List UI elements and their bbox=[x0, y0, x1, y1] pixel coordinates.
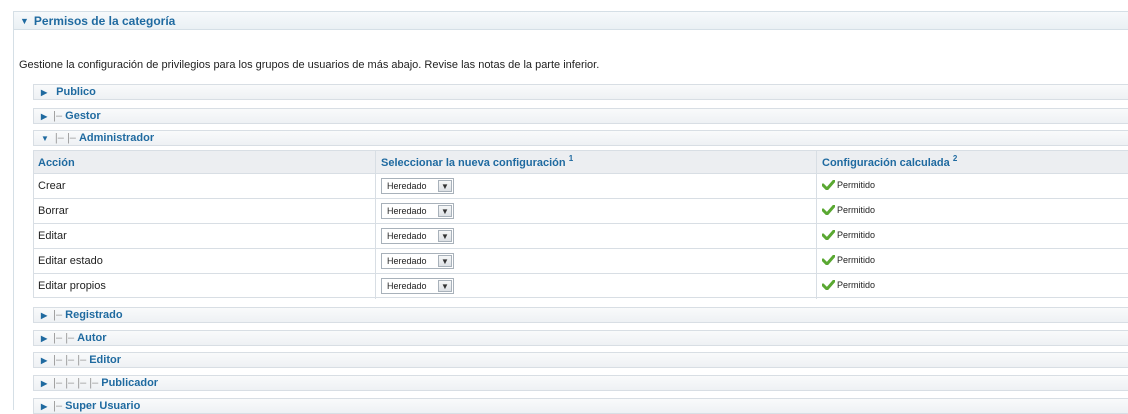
calculated-setting: Permitido bbox=[822, 230, 875, 240]
checkmark-icon bbox=[822, 205, 835, 215]
triangle-down-icon: ▼ bbox=[41, 133, 49, 143]
column-divider bbox=[375, 174, 376, 198]
group-registrado[interactable]: ▶ |– Registrado bbox=[33, 307, 1128, 323]
note-ref-1: 1 bbox=[568, 154, 574, 163]
column-divider bbox=[375, 151, 376, 173]
select-value: Heredado bbox=[387, 181, 427, 191]
checkmark-icon bbox=[822, 255, 835, 265]
intro-text: Gestione la configuración de privilegios… bbox=[19, 59, 600, 71]
triangle-right-icon: ▶ bbox=[41, 378, 48, 388]
triangle-right-icon: ▶ bbox=[41, 87, 48, 97]
column-divider bbox=[375, 249, 376, 273]
category-permissions-header[interactable]: ▼ Permisos de la categoría bbox=[13, 11, 1128, 30]
permissions-table: Acción Seleccionar la nueva configuració… bbox=[33, 150, 1128, 299]
action-label: Borrar bbox=[38, 205, 69, 217]
note-ref-2: 2 bbox=[952, 154, 958, 163]
group-publicador[interactable]: ▶ |– |– |– |– Publicador bbox=[33, 375, 1128, 391]
group-label: Super Usuario bbox=[65, 400, 141, 412]
column-divider bbox=[375, 199, 376, 223]
column-divider bbox=[375, 274, 376, 299]
triangle-down-icon: ▼ bbox=[20, 15, 29, 26]
chevron-down-icon[interactable]: ▼ bbox=[438, 180, 452, 192]
select-value: Heredado bbox=[387, 206, 427, 216]
group-indent: |– bbox=[53, 400, 63, 412]
group-autor[interactable]: ▶ |– |– Autor bbox=[33, 330, 1128, 346]
group-super-usuario[interactable]: ▶ |– Super Usuario bbox=[33, 398, 1128, 414]
col-calculated-label: Configuración calculada bbox=[822, 157, 950, 169]
calculated-value: Permitido bbox=[837, 180, 876, 190]
group-label: Administrador bbox=[78, 132, 155, 144]
table-header: Acción Seleccionar la nueva configuració… bbox=[34, 151, 1128, 174]
permission-select[interactable]: Heredado ▼ bbox=[381, 228, 454, 244]
group-label: Editor bbox=[89, 354, 121, 366]
group-label: Publicador bbox=[101, 377, 159, 389]
group-label: Gestor bbox=[65, 110, 101, 122]
permission-select[interactable]: Heredado ▼ bbox=[381, 278, 454, 294]
column-divider bbox=[816, 174, 817, 198]
table-row: Editar propios Heredado ▼ Permitido bbox=[34, 274, 1128, 299]
triangle-right-icon: ▶ bbox=[41, 333, 48, 343]
triangle-right-icon: ▶ bbox=[41, 401, 48, 411]
calculated-setting: Permitido bbox=[822, 205, 875, 215]
group-indent: |– |– |– |– bbox=[53, 377, 99, 389]
select-value: Heredado bbox=[387, 231, 427, 241]
calculated-setting: Permitido bbox=[822, 180, 875, 190]
col-new-setting-header: Seleccionar la nueva configuración 1 bbox=[381, 154, 574, 169]
col-new-setting-label: Seleccionar la nueva configuración bbox=[381, 157, 566, 169]
calculated-value: Permitido bbox=[837, 230, 876, 240]
column-divider bbox=[816, 274, 817, 299]
action-label: Crear bbox=[38, 180, 66, 192]
group-indent: |– |– bbox=[54, 132, 76, 144]
group-administrador[interactable]: ▼ |– |– Administrador bbox=[33, 130, 1128, 146]
group-gestor[interactable]: ▶ |– Gestor bbox=[33, 108, 1128, 124]
permission-select[interactable]: Heredado ▼ bbox=[381, 178, 454, 194]
column-divider bbox=[816, 151, 817, 173]
table-row: Editar Heredado ▼ Permitido bbox=[34, 224, 1128, 249]
action-label: Editar bbox=[38, 230, 67, 242]
group-indent: |– bbox=[53, 309, 63, 321]
calculated-value: Permitido bbox=[837, 205, 876, 215]
chevron-down-icon[interactable]: ▼ bbox=[438, 205, 452, 217]
column-divider bbox=[816, 249, 817, 273]
group-indent: |– bbox=[53, 110, 63, 122]
column-divider bbox=[816, 224, 817, 248]
calculated-setting: Permitido bbox=[822, 255, 875, 265]
checkmark-icon bbox=[822, 180, 835, 190]
chevron-down-icon[interactable]: ▼ bbox=[438, 230, 452, 242]
permissions-page: ▼ Permisos de la categoría Gestione la c… bbox=[0, 0, 1128, 414]
group-indent: |– |– bbox=[53, 332, 75, 344]
permission-select[interactable]: Heredado ▼ bbox=[381, 203, 454, 219]
column-divider bbox=[816, 199, 817, 223]
table-row: Editar estado Heredado ▼ Permitido bbox=[34, 249, 1128, 274]
checkmark-icon bbox=[822, 230, 835, 240]
group-label: Autor bbox=[77, 332, 107, 344]
action-label: Editar estado bbox=[38, 255, 103, 267]
chevron-down-icon[interactable]: ▼ bbox=[438, 280, 452, 292]
group-label: Registrado bbox=[65, 309, 123, 321]
permission-select[interactable]: Heredado ▼ bbox=[381, 253, 454, 269]
calculated-setting: Permitido bbox=[822, 280, 875, 290]
group-indent: |– |– |– bbox=[53, 354, 87, 366]
checkmark-icon bbox=[822, 280, 835, 290]
calculated-value: Permitido bbox=[837, 255, 876, 265]
table-row: Borrar Heredado ▼ Permitido bbox=[34, 199, 1128, 224]
col-calculated-header: Configuración calculada 2 bbox=[822, 154, 958, 169]
group-editor[interactable]: ▶ |– |– |– Editor bbox=[33, 352, 1128, 368]
col-action-header: Acción bbox=[38, 157, 75, 169]
action-label: Editar propios bbox=[38, 280, 106, 292]
select-value: Heredado bbox=[387, 256, 427, 266]
column-divider bbox=[375, 224, 376, 248]
group-publico[interactable]: ▶ Publico bbox=[33, 84, 1128, 100]
triangle-right-icon: ▶ bbox=[41, 355, 48, 365]
group-label: Publico bbox=[56, 86, 96, 98]
select-value: Heredado bbox=[387, 281, 427, 291]
triangle-right-icon: ▶ bbox=[41, 111, 48, 121]
table-row: Crear Heredado ▼ Permitido bbox=[34, 174, 1128, 199]
calculated-value: Permitido bbox=[837, 280, 876, 290]
chevron-down-icon[interactable]: ▼ bbox=[438, 255, 452, 267]
category-permissions-title: Permisos de la categoría bbox=[33, 13, 176, 28]
triangle-right-icon: ▶ bbox=[41, 310, 48, 320]
